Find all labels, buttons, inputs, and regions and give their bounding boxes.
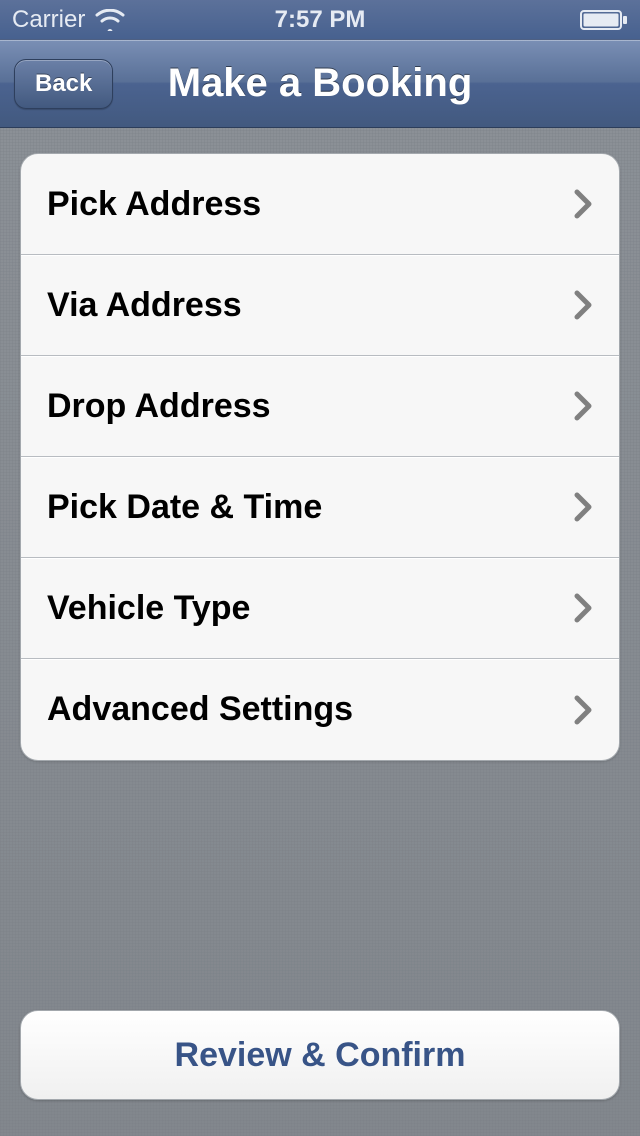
back-button[interactable]: Back bbox=[14, 59, 113, 109]
chevron-right-icon bbox=[573, 695, 593, 725]
page-title: Make a Booking bbox=[168, 61, 473, 106]
chevron-right-icon bbox=[573, 492, 593, 522]
booking-options-group: Pick Address Via Address Drop Address Pi… bbox=[20, 153, 620, 761]
row-via-address[interactable]: Via Address bbox=[21, 255, 619, 356]
status-left: Carrier bbox=[12, 6, 125, 34]
status-right bbox=[580, 9, 628, 31]
row-label: Via Address bbox=[47, 286, 242, 325]
nav-bar: Back Make a Booking bbox=[0, 40, 640, 128]
chevron-right-icon bbox=[573, 391, 593, 421]
wifi-icon bbox=[95, 9, 125, 31]
row-drop-address[interactable]: Drop Address bbox=[21, 356, 619, 457]
row-pick-address[interactable]: Pick Address bbox=[21, 154, 619, 255]
row-label: Drop Address bbox=[47, 387, 271, 426]
row-vehicle-type[interactable]: Vehicle Type bbox=[21, 558, 619, 659]
footer: Review & Confirm bbox=[20, 1010, 620, 1100]
review-confirm-button[interactable]: Review & Confirm bbox=[20, 1010, 620, 1100]
row-label: Vehicle Type bbox=[47, 589, 250, 628]
content: Pick Address Via Address Drop Address Pi… bbox=[0, 128, 640, 1136]
status-time: 7:57 PM bbox=[275, 6, 366, 34]
row-label: Pick Address bbox=[47, 185, 261, 224]
battery-icon bbox=[580, 9, 628, 31]
row-label: Pick Date & Time bbox=[47, 488, 322, 527]
chevron-right-icon bbox=[573, 189, 593, 219]
chevron-right-icon bbox=[573, 290, 593, 320]
row-advanced-settings[interactable]: Advanced Settings bbox=[21, 659, 619, 760]
row-pick-date-time[interactable]: Pick Date & Time bbox=[21, 457, 619, 558]
status-bar: Carrier 7:57 PM bbox=[0, 0, 640, 40]
row-label: Advanced Settings bbox=[47, 690, 353, 729]
carrier-label: Carrier bbox=[12, 6, 85, 34]
chevron-right-icon bbox=[573, 593, 593, 623]
